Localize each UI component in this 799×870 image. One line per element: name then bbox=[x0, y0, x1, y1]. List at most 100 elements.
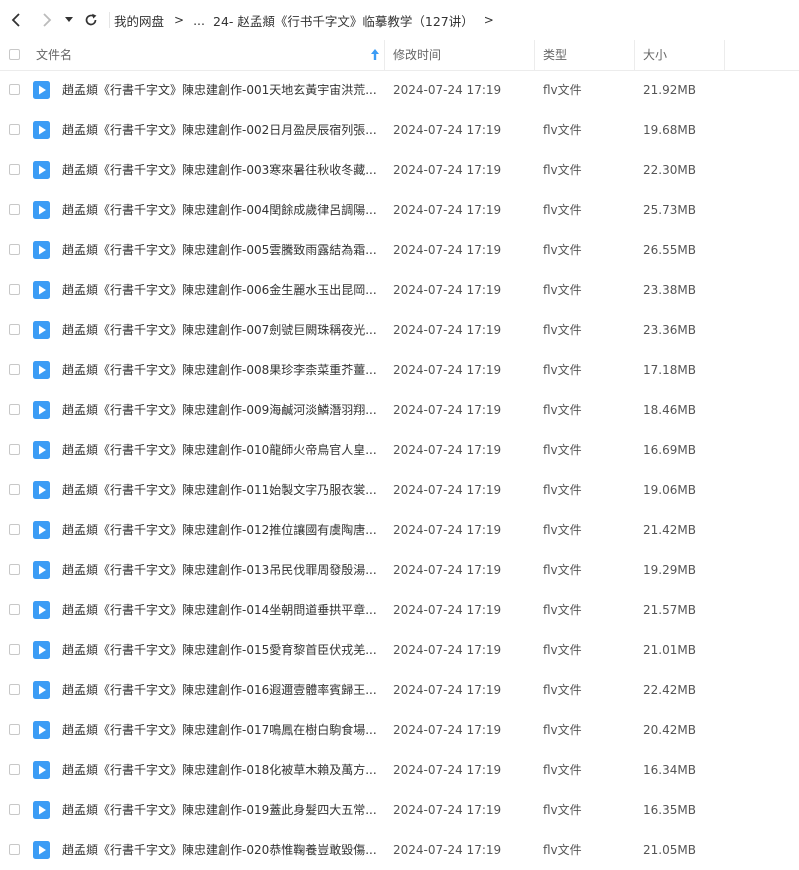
file-name[interactable]: 趙孟頫《行書千字文》陳忠建創作-013吊民伐罪周發殷湯... bbox=[62, 550, 378, 590]
row-checkbox[interactable] bbox=[9, 284, 20, 295]
table-row[interactable]: 趙孟頫《行書千字文》陳忠建創作-011始製文字乃服衣裳... 2024-07-2… bbox=[0, 470, 799, 510]
column-header-name[interactable]: 文件名 bbox=[36, 40, 72, 70]
row-checkbox[interactable] bbox=[9, 844, 20, 855]
file-name[interactable]: 趙孟頫《行書千字文》陳忠建創作-019蓋此身髮四大五常... bbox=[62, 790, 378, 830]
table-row[interactable]: 趙孟頫《行書千字文》陳忠建創作-003寒來暑往秋收冬藏... 2024-07-2… bbox=[0, 150, 799, 190]
top-bar: 我的网盘 > ... 24- 赵孟頫《行书千字文》临摹教学（127讲） > bbox=[0, 0, 799, 40]
row-checkbox[interactable] bbox=[9, 804, 20, 815]
file-modified: 2024-07-24 17:19 bbox=[393, 163, 502, 177]
file-name[interactable]: 趙孟頫《行書千字文》陳忠建創作-017鳴鳳在樹白駒食場... bbox=[62, 710, 378, 750]
file-size: 16.34MB bbox=[643, 763, 696, 777]
table-row[interactable]: 趙孟頫《行書千字文》陳忠建創作-004閏餘成歲律呂調陽... 2024-07-2… bbox=[0, 190, 799, 230]
file-name[interactable]: 趙孟頫《行書千字文》陳忠建創作-015愛育黎首臣伏戎羌... bbox=[62, 630, 378, 670]
video-file-icon bbox=[33, 81, 50, 99]
file-name[interactable]: 趙孟頫《行書千字文》陳忠建創作-002日月盈昃辰宿列張... bbox=[62, 110, 378, 150]
row-checkbox[interactable] bbox=[9, 164, 20, 175]
row-checkbox[interactable] bbox=[9, 604, 20, 615]
row-checkbox[interactable] bbox=[9, 484, 20, 495]
file-modified: 2024-07-24 17:19 bbox=[393, 83, 502, 97]
table-row[interactable]: 趙孟頫《行書千字文》陳忠建創作-014坐朝問道垂拱平章... 2024-07-2… bbox=[0, 590, 799, 630]
file-size: 23.36MB bbox=[643, 323, 696, 337]
table-row[interactable]: 趙孟頫《行書千字文》陳忠建創作-001天地玄黃宇宙洪荒... 2024-07-2… bbox=[0, 70, 799, 110]
column-header-modified[interactable]: 修改时间 bbox=[393, 40, 441, 70]
file-size: 26.55MB bbox=[643, 243, 696, 257]
table-row[interactable]: 趙孟頫《行書千字文》陳忠建創作-009海鹹河淡鱗潛羽翔... 2024-07-2… bbox=[0, 390, 799, 430]
row-checkbox[interactable] bbox=[9, 764, 20, 775]
file-name[interactable]: 趙孟頫《行書千字文》陳忠建創作-011始製文字乃服衣裳... bbox=[62, 470, 378, 510]
row-checkbox[interactable] bbox=[9, 524, 20, 535]
sort-ascending-icon[interactable] bbox=[371, 49, 379, 60]
file-size: 20.42MB bbox=[643, 723, 696, 737]
row-checkbox[interactable] bbox=[9, 444, 20, 455]
video-file-icon bbox=[33, 841, 50, 859]
table-row[interactable]: 趙孟頫《行書千字文》陳忠建創作-019蓋此身髮四大五常... 2024-07-2… bbox=[0, 790, 799, 830]
row-checkbox[interactable] bbox=[9, 724, 20, 735]
row-checkbox[interactable] bbox=[9, 404, 20, 415]
row-checkbox[interactable] bbox=[9, 364, 20, 375]
file-name[interactable]: 趙孟頫《行書千字文》陳忠建創作-005雲騰致雨露結為霜... bbox=[62, 230, 378, 270]
breadcrumb-expand-icon[interactable]: > bbox=[484, 13, 494, 27]
table-row[interactable]: 趙孟頫《行書千字文》陳忠建創作-010龍師火帝鳥官人皇... 2024-07-2… bbox=[0, 430, 799, 470]
file-modified: 2024-07-24 17:19 bbox=[393, 483, 502, 497]
breadcrumb-current[interactable]: 24- 赵孟頫《行书千字文》临摹教学（127讲） bbox=[213, 11, 474, 30]
column-divider[interactable] bbox=[384, 40, 385, 70]
table-row[interactable]: 趙孟頫《行書千字文》陳忠建創作-015愛育黎首臣伏戎羌... 2024-07-2… bbox=[0, 630, 799, 670]
refresh-button[interactable] bbox=[80, 8, 102, 32]
table-row[interactable]: 趙孟頫《行書千字文》陳忠建創作-013吊民伐罪周發殷湯... 2024-07-2… bbox=[0, 550, 799, 590]
breadcrumb-root[interactable]: 我的网盘 bbox=[114, 11, 164, 30]
table-row[interactable]: 趙孟頫《行書千字文》陳忠建創作-012推位讓國有虞陶唐... 2024-07-2… bbox=[0, 510, 799, 550]
history-dropdown-button[interactable] bbox=[59, 8, 79, 32]
file-name[interactable]: 趙孟頫《行書千字文》陳忠建創作-003寒來暑往秋收冬藏... bbox=[62, 150, 378, 190]
chevron-right-icon bbox=[43, 13, 52, 27]
table-row[interactable]: 趙孟頫《行書千字文》陳忠建創作-008果珍李柰菜重芥薑... 2024-07-2… bbox=[0, 350, 799, 390]
select-all-checkbox[interactable] bbox=[9, 49, 20, 60]
table-row[interactable]: 趙孟頫《行書千字文》陳忠建創作-002日月盈昃辰宿列張... 2024-07-2… bbox=[0, 110, 799, 150]
row-checkbox[interactable] bbox=[9, 684, 20, 695]
file-name[interactable]: 趙孟頫《行書千字文》陳忠建創作-009海鹹河淡鱗潛羽翔... bbox=[62, 390, 378, 430]
file-name[interactable]: 趙孟頫《行書千字文》陳忠建創作-008果珍李柰菜重芥薑... bbox=[62, 350, 378, 390]
file-type: flv文件 bbox=[543, 443, 582, 457]
column-header-type[interactable]: 类型 bbox=[543, 40, 567, 70]
file-size: 21.92MB bbox=[643, 83, 696, 97]
file-size: 19.68MB bbox=[643, 123, 696, 137]
file-type: flv文件 bbox=[543, 483, 582, 497]
row-checkbox[interactable] bbox=[9, 204, 20, 215]
table-row[interactable]: 趙孟頫《行書千字文》陳忠建創作-006金生麗水玉出昆岡... 2024-07-2… bbox=[0, 270, 799, 310]
file-name[interactable]: 趙孟頫《行書千字文》陳忠建創作-004閏餘成歲律呂調陽... bbox=[62, 190, 378, 230]
table-row[interactable]: 趙孟頫《行書千字文》陳忠建創作-016遐邇壹體率賓歸王... 2024-07-2… bbox=[0, 670, 799, 710]
file-name[interactable]: 趙孟頫《行書千字文》陳忠建創作-010龍師火帝鳥官人皇... bbox=[62, 430, 378, 470]
table-row[interactable]: 趙孟頫《行書千字文》陳忠建創作-020恭惟鞠養豈敢毀傷... 2024-07-2… bbox=[0, 830, 799, 870]
table-row[interactable]: 趙孟頫《行書千字文》陳忠建創作-007劍號巨闕珠稱夜光... 2024-07-2… bbox=[0, 310, 799, 350]
column-divider[interactable] bbox=[724, 40, 725, 70]
file-name[interactable]: 趙孟頫《行書千字文》陳忠建創作-012推位讓國有虞陶唐... bbox=[62, 510, 378, 550]
row-checkbox[interactable] bbox=[9, 124, 20, 135]
file-name[interactable]: 趙孟頫《行書千字文》陳忠建創作-001天地玄黃宇宙洪荒... bbox=[62, 70, 378, 110]
file-name[interactable]: 趙孟頫《行書千字文》陳忠建創作-007劍號巨闕珠稱夜光... bbox=[62, 310, 378, 350]
table-row[interactable]: 趙孟頫《行書千字文》陳忠建創作-005雲騰致雨露結為霜... 2024-07-2… bbox=[0, 230, 799, 270]
row-checkbox[interactable] bbox=[9, 244, 20, 255]
column-divider[interactable] bbox=[634, 40, 635, 70]
video-file-icon bbox=[33, 681, 50, 699]
table-row[interactable]: 趙孟頫《行書千字文》陳忠建創作-018化被草木賴及萬方... 2024-07-2… bbox=[0, 750, 799, 790]
back-button[interactable] bbox=[5, 8, 27, 32]
file-size: 18.46MB bbox=[643, 403, 696, 417]
file-size: 21.01MB bbox=[643, 643, 696, 657]
forward-button[interactable] bbox=[36, 8, 58, 32]
column-header-size[interactable]: 大小 bbox=[643, 40, 667, 70]
row-checkbox[interactable] bbox=[9, 324, 20, 335]
file-modified: 2024-07-24 17:19 bbox=[393, 123, 502, 137]
row-checkbox[interactable] bbox=[9, 84, 20, 95]
file-size: 17.18MB bbox=[643, 363, 696, 377]
file-name[interactable]: 趙孟頫《行書千字文》陳忠建創作-006金生麗水玉出昆岡... bbox=[62, 270, 378, 310]
row-checkbox[interactable] bbox=[9, 564, 20, 575]
file-size: 22.42MB bbox=[643, 683, 696, 697]
file-name[interactable]: 趙孟頫《行書千字文》陳忠建創作-014坐朝問道垂拱平章... bbox=[62, 590, 378, 630]
file-name[interactable]: 趙孟頫《行書千字文》陳忠建創作-018化被草木賴及萬方... bbox=[62, 750, 378, 790]
file-modified: 2024-07-24 17:19 bbox=[393, 683, 502, 697]
file-name[interactable]: 趙孟頫《行書千字文》陳忠建創作-016遐邇壹體率賓歸王... bbox=[62, 670, 378, 710]
row-checkbox[interactable] bbox=[9, 644, 20, 655]
table-row[interactable]: 趙孟頫《行書千字文》陳忠建創作-017鳴鳳在樹白駒食場... 2024-07-2… bbox=[0, 710, 799, 750]
column-divider[interactable] bbox=[534, 40, 535, 70]
breadcrumb-ellipsis[interactable]: ... bbox=[193, 13, 205, 28]
file-name[interactable]: 趙孟頫《行書千字文》陳忠建創作-020恭惟鞠養豈敢毀傷... bbox=[62, 830, 378, 870]
